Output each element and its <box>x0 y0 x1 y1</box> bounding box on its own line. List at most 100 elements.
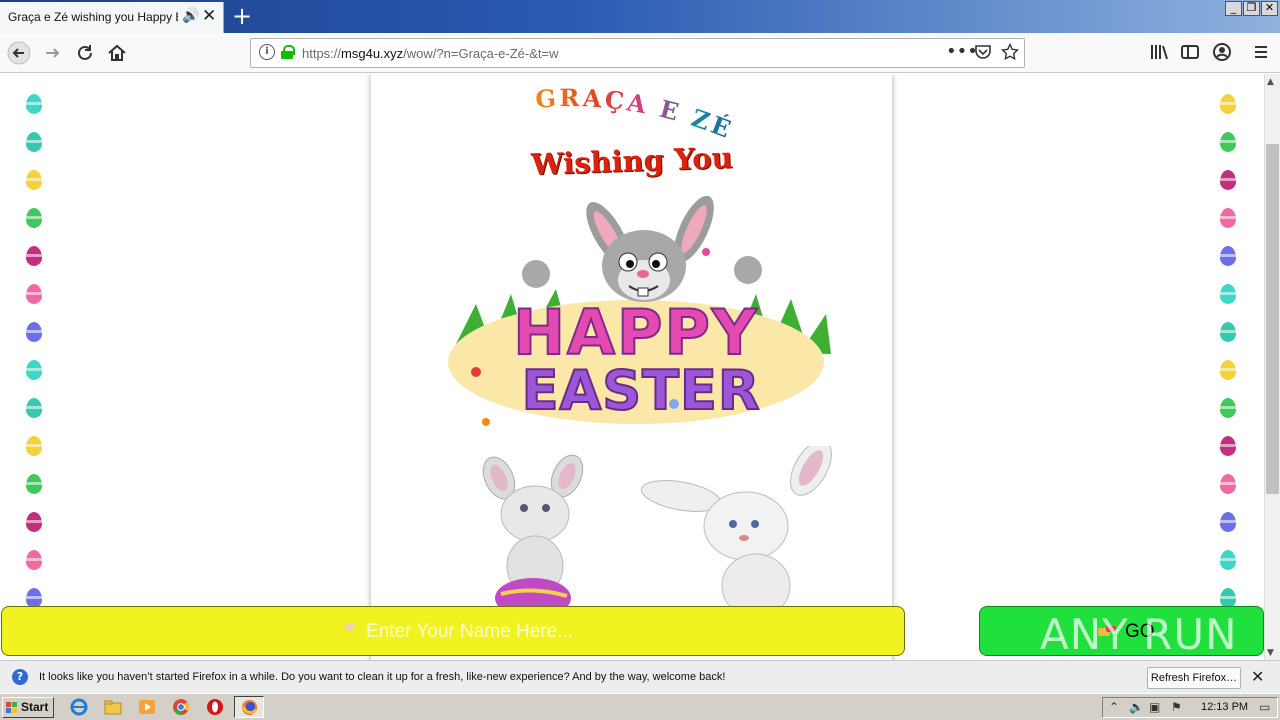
sidebar-icon <box>1181 45 1199 59</box>
easter-text: EASTER <box>522 359 761 422</box>
scroll-up-arrow-icon[interactable]: ▲ <box>1267 77 1274 87</box>
easter-egg-icon <box>1220 550 1236 570</box>
name-input[interactable] <box>366 617 866 647</box>
system-tray: ⌃ 🔈 ▣ ⚑ 12:13 PM ▭ <box>1102 697 1278 718</box>
file-explorer-icon[interactable] <box>104 698 122 716</box>
tab-title: Graça e Zé wishing you Happy Easter <box>8 10 178 24</box>
hamburger-icon <box>1255 46 1267 58</box>
network-icon[interactable]: ▣ <box>1149 700 1160 714</box>
speaker-icon[interactable]: 🔊 <box>182 8 199 24</box>
account-button[interactable] <box>1210 41 1234 65</box>
easter-egg-icon <box>1220 284 1236 304</box>
scroll-down-arrow-icon[interactable]: ▼ <box>1267 648 1274 658</box>
forward-button[interactable] <box>41 41 65 65</box>
reload-button[interactable] <box>73 41 97 65</box>
windows-logo-icon <box>6 702 18 713</box>
easter-egg-icon <box>1220 94 1236 114</box>
notification-message: It looks like you haven’t started Firefo… <box>39 671 726 683</box>
scroll-thumb[interactable] <box>1266 144 1279 494</box>
heart-icon: ❤ <box>344 621 356 637</box>
greeting-card: GRAÇA E ZÉ Wishing You HAPPY EASTER <box>371 74 892 660</box>
bunnies-illustration <box>482 446 832 616</box>
taskbar: Start ⌃ 🔈 ▣ ⚑ 12:13 PM ▭ <box>0 693 1280 720</box>
sidebar-button[interactable] <box>1178 41 1202 65</box>
anyrun-watermark: ANY RUN <box>1040 610 1238 659</box>
easter-egg-icon <box>1220 246 1236 266</box>
firefox-taskbar-button[interactable] <box>234 696 264 718</box>
wishing-you-text: Wishing You <box>530 140 734 182</box>
easter-egg-icon <box>26 94 42 114</box>
close-window-button[interactable]: ✕ <box>1261 1 1278 16</box>
easter-egg-icon <box>26 246 42 266</box>
easter-egg-icon <box>26 550 42 570</box>
library-button[interactable] <box>1147 41 1171 65</box>
restore-button[interactable]: ❐ <box>1243 1 1260 16</box>
easter-egg-icon <box>1220 588 1236 608</box>
url-path: /wow/?n=Graça-e-Zé-&t=w <box>403 46 559 61</box>
volume-icon[interactable]: 🔈 <box>1129 700 1144 714</box>
white-bunny <box>641 446 832 616</box>
tray-expand-icon[interactable]: ⌃ <box>1109 700 1119 714</box>
page-viewport: GRAÇA E ZÉ Wishing You HAPPY EASTER <box>0 74 1264 660</box>
tab-strip: Graça e Zé wishing you Happy Easter 🔊 ✕ … <box>0 0 1280 33</box>
taskbar-clock[interactable]: 12:13 PM <box>1201 701 1248 713</box>
site-info-icon[interactable]: i <box>259 44 275 60</box>
easter-egg-icon <box>26 170 42 190</box>
easter-egg-icon <box>1220 512 1236 532</box>
easter-egg-icon <box>26 398 42 418</box>
easter-egg-icon <box>1220 436 1236 456</box>
easter-egg-icon <box>26 512 42 532</box>
back-arrow-icon <box>7 41 31 65</box>
bookmark-star-icon[interactable] <box>1000 42 1020 65</box>
close-tab-icon[interactable]: ✕ <box>202 6 216 26</box>
opera-icon[interactable] <box>206 698 224 716</box>
url-text[interactable]: https://msg4u.xyz/wow/?n=Graça-e-Zé-&t=w <box>302 46 559 61</box>
easter-egg-icon <box>1220 132 1236 152</box>
page-scrollbar[interactable]: ▲ ▼ <box>1264 74 1280 660</box>
account-icon <box>1213 43 1231 61</box>
chrome-icon[interactable] <box>172 698 190 716</box>
bunny-character <box>522 195 762 302</box>
minimize-button[interactable]: _ <box>1225 1 1242 16</box>
menu-button[interactable] <box>1249 41 1273 65</box>
browser-tab-active[interactable]: Graça e Zé wishing you Happy Easter 🔊 ✕ <box>0 2 224 33</box>
action-center-flag-icon[interactable]: ⚑ <box>1171 700 1182 714</box>
names-text: GRAÇA E ZÉ <box>534 83 734 140</box>
easter-egg-icon <box>26 588 42 608</box>
window-controls: _ ❐ ✕ <box>1225 1 1278 16</box>
url-bar[interactable]: i https://msg4u.xyz/wow/?n=Graça-e-Zé-&t… <box>250 38 1025 68</box>
internet-explorer-icon[interactable] <box>70 698 88 716</box>
back-button[interactable] <box>7 41 31 65</box>
reload-icon <box>78 45 92 60</box>
question-icon: ? <box>12 669 28 685</box>
home-button[interactable] <box>105 41 129 65</box>
easter-egg-icon <box>26 208 42 228</box>
easter-egg-icon <box>1220 170 1236 190</box>
close-notification-icon[interactable]: ✕ <box>1251 667 1264 686</box>
notification-bar: ? It looks like you haven’t started Fire… <box>0 660 1280 693</box>
pocket-icon[interactable] <box>974 43 992 65</box>
home-icon <box>108 44 126 61</box>
lock-icon[interactable] <box>281 45 295 59</box>
easter-egg-icon <box>1220 360 1236 380</box>
start-button[interactable]: Start <box>2 697 54 718</box>
url-host: msg4u.xyz <box>341 46 404 61</box>
svg-text:GRAÇA E ZÉ: GRAÇA E ZÉ <box>534 83 737 140</box>
show-desktop-icon[interactable]: ▭ <box>1259 700 1270 714</box>
easter-egg-icon <box>26 132 42 152</box>
easter-egg-icon <box>1220 474 1236 494</box>
easter-egg-icon <box>1220 208 1236 228</box>
easter-egg-icon <box>26 360 42 380</box>
forward-arrow-icon <box>46 48 60 58</box>
easter-egg-icon <box>1220 322 1236 342</box>
new-tab-button[interactable]: + <box>230 2 254 30</box>
names-arc: GRAÇA E ZÉ <box>534 83 737 140</box>
easter-egg-icon <box>26 284 42 304</box>
easter-egg-icon <box>1220 398 1236 418</box>
media-player-icon[interactable] <box>138 698 156 716</box>
happy-easter-banner: HAPPY EASTER <box>448 195 831 426</box>
start-label: Start <box>21 700 49 714</box>
refresh-firefox-button[interactable]: Refresh Firefox… <box>1147 667 1241 689</box>
easter-egg-icon <box>26 322 42 342</box>
name-entry-bar: ❤ <box>1 606 905 656</box>
